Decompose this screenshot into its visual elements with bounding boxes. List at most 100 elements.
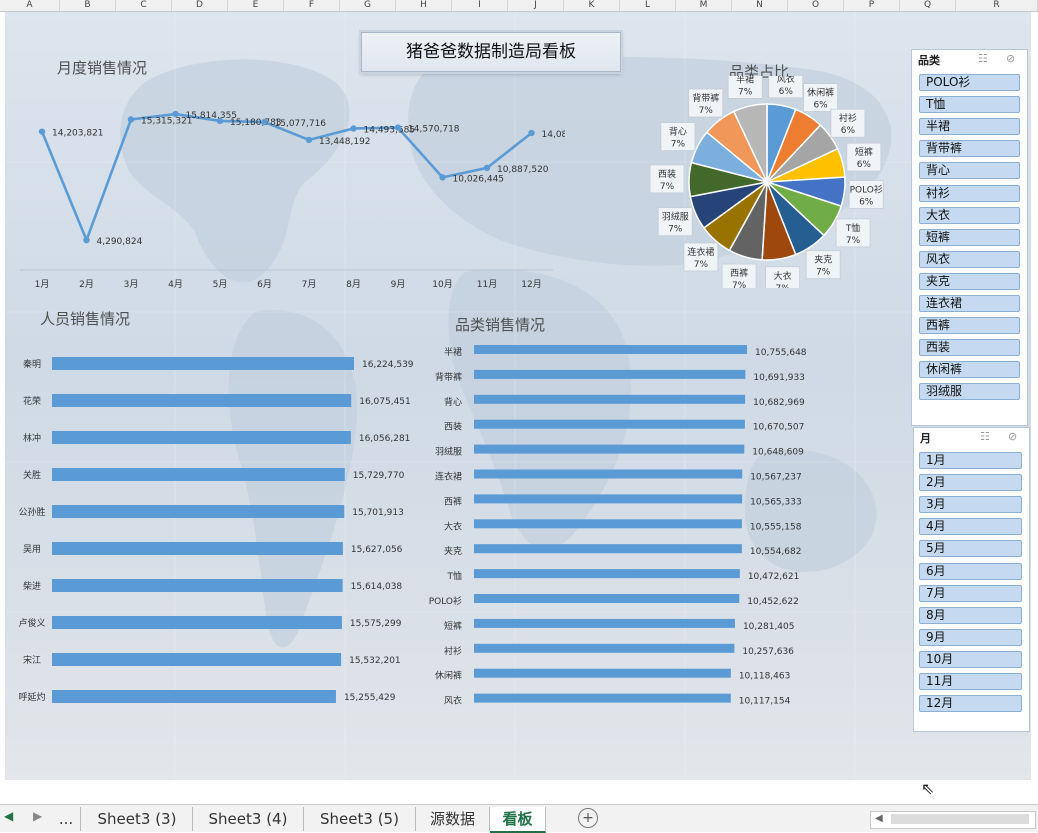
bar	[474, 618, 735, 628]
tab-scroll-next-icon[interactable]: ▶	[33, 809, 42, 823]
slicer-item[interactable]: 8月	[919, 606, 1022, 624]
sheet-tab[interactable]: 看板	[490, 807, 546, 833]
line-point	[38, 128, 46, 135]
bar-category-label: 关胜	[23, 469, 41, 481]
category-share-pie-chart: 风衣 6% 休闲裤 6% 衬衫 6% 短裤 6% POLO衫 6% T恤 7% 夹克 7% 大衣 7% 西裤 7%…	[649, 76, 884, 288]
slicer-item[interactable]: 大衣	[919, 206, 1020, 224]
column-header-I[interactable]: I	[452, 0, 508, 11]
slicer-item[interactable]: 羽绒服	[919, 383, 1020, 401]
slicer-item[interactable]: 12月	[919, 695, 1022, 713]
column-header-R[interactable]: R	[956, 0, 1038, 11]
bar-data-label: 15,701,913	[352, 508, 404, 518]
slicer-item[interactable]: 连衣裙	[919, 295, 1020, 312]
slicer-item[interactable]: 休闲裤	[919, 361, 1020, 379]
pie-label-pct: 7%	[738, 87, 753, 97]
slicer-item[interactable]: 4月	[919, 518, 1022, 536]
bar-data-label: 10,257,636	[742, 647, 794, 657]
column-header-O[interactable]: O	[788, 0, 844, 11]
column-header-N[interactable]: N	[732, 0, 788, 11]
bar-data-label: 16,075,451	[359, 397, 411, 407]
column-header-Q[interactable]: Q	[900, 0, 956, 11]
tab-scroll-first-icon[interactable]: ◀	[4, 809, 13, 823]
slicer-item[interactable]: 夹克	[919, 272, 1020, 290]
bar-data-label: 15,729,770	[353, 471, 405, 481]
column-header-B[interactable]: B	[60, 0, 116, 11]
line-chart-title: 月度销售情况	[57, 59, 148, 77]
line-point	[127, 116, 135, 123]
column-header-C[interactable]: C	[116, 0, 172, 11]
scrollbar-thumb[interactable]	[891, 814, 1029, 824]
slicer-item[interactable]: 11月	[919, 673, 1022, 690]
column-header-E[interactable]: E	[228, 0, 284, 11]
add-sheet-icon[interactable]: +	[578, 808, 598, 828]
pie-label-name: 背心	[669, 126, 687, 138]
slicer-item[interactable]: 5月	[919, 540, 1022, 558]
bar	[474, 345, 747, 354]
column-header-L[interactable]: L	[620, 0, 676, 11]
line-data-label: 13,448,192	[319, 137, 371, 147]
bar	[52, 579, 343, 592]
slicer-item[interactable]: 1月	[919, 452, 1022, 469]
multi-select-icon[interactable]: ☷	[980, 430, 990, 443]
line-x-tick: 3月	[124, 279, 139, 290]
category-sales-bar-chart: 半裙 10,755,648 背带裤 10,691,933 背心 10,682,969 西装 1…	[429, 345, 807, 707]
slicer-item[interactable]: 西裤	[919, 317, 1020, 335]
column-header-D[interactable]: D	[172, 0, 228, 11]
column-header-J[interactable]: J	[508, 0, 564, 11]
slicer-item[interactable]: T恤	[919, 96, 1020, 114]
slicer-item[interactable]: 背带裤	[919, 140, 1020, 158]
sheet-tab[interactable]: 源数据	[416, 807, 490, 831]
column-header-G[interactable]: G	[340, 0, 396, 11]
pie-label-pct: 6%	[779, 87, 794, 97]
pie-label-pct: 7%	[671, 140, 686, 150]
column-header-F[interactable]: F	[284, 0, 340, 11]
bar-data-label: 15,255,429	[344, 693, 396, 703]
clear-filter-icon[interactable]: ⊘	[1006, 52, 1015, 65]
slicer-month: 月 ☷ ⊘ 1月 2月 3月 4月 5月 6月 7月 8月 9月 10月 11月 12月	[913, 427, 1030, 732]
slicer-item[interactable]: 半裙	[919, 118, 1020, 136]
bar-data-label: 10,755,648	[755, 348, 807, 358]
horizontal-scrollbar[interactable]: ◀	[870, 811, 1036, 829]
column-header-A[interactable]: A	[0, 0, 60, 11]
multi-select-icon[interactable]: ☷	[978, 52, 988, 65]
bar-category-label: 风衣	[444, 695, 462, 707]
pie-label-name: 衬衫	[839, 112, 857, 124]
slicer-item[interactable]: 2月	[919, 474, 1022, 492]
pie-label-pct: 7%	[732, 281, 747, 288]
sheet-tab[interactable]: Sheet3 (5)	[304, 807, 416, 831]
slicer-item[interactable]: 衬衫	[919, 184, 1020, 202]
column-header-H[interactable]: H	[396, 0, 452, 11]
bar-data-label: 10,554,682	[750, 547, 802, 557]
column-header-K[interactable]: K	[564, 0, 620, 11]
slicer-item[interactable]: 短裤	[919, 228, 1020, 246]
bar	[52, 505, 345, 518]
line-x-tick: 11月	[477, 279, 497, 290]
sheet-tab[interactable]: Sheet3 (4)	[193, 807, 304, 831]
bar	[52, 690, 336, 703]
line-x-tick: 7月	[302, 279, 317, 290]
bar-category-label: 连衣裙	[435, 471, 462, 483]
tab-more[interactable]: ...	[52, 807, 81, 831]
slicer-item[interactable]: 10月	[919, 650, 1022, 668]
bar-category-label: 羽绒服	[435, 446, 462, 458]
line-point	[439, 174, 446, 181]
bar-category-label: 短裤	[444, 620, 462, 632]
line-data-label: 14,203,821	[52, 129, 104, 139]
column-header-P[interactable]: P	[844, 0, 900, 11]
column-header-M[interactable]: M	[676, 0, 732, 11]
slicer-item[interactable]: 3月	[919, 496, 1022, 514]
slicer-item[interactable]: 7月	[919, 584, 1022, 602]
slicer-item[interactable]: 西装	[919, 339, 1020, 357]
bar-category-label: 花荣	[23, 395, 41, 407]
clear-filter-icon[interactable]: ⊘	[1008, 430, 1017, 443]
slicer-item[interactable]: 背心	[919, 162, 1020, 180]
sheet-tab[interactable]: Sheet3 (3)	[82, 807, 193, 831]
slicer-item[interactable]: 风衣	[919, 250, 1020, 268]
line-x-tick: 10月	[432, 279, 452, 290]
line-point	[483, 164, 491, 172]
slicer-item[interactable]: 9月	[919, 628, 1022, 646]
scroll-left-icon[interactable]: ◀	[875, 813, 883, 824]
slicer-item[interactable]: POLO衫	[919, 74, 1020, 91]
bar-category-label: POLO衫	[429, 596, 462, 607]
slicer-item[interactable]: 6月	[919, 562, 1022, 580]
